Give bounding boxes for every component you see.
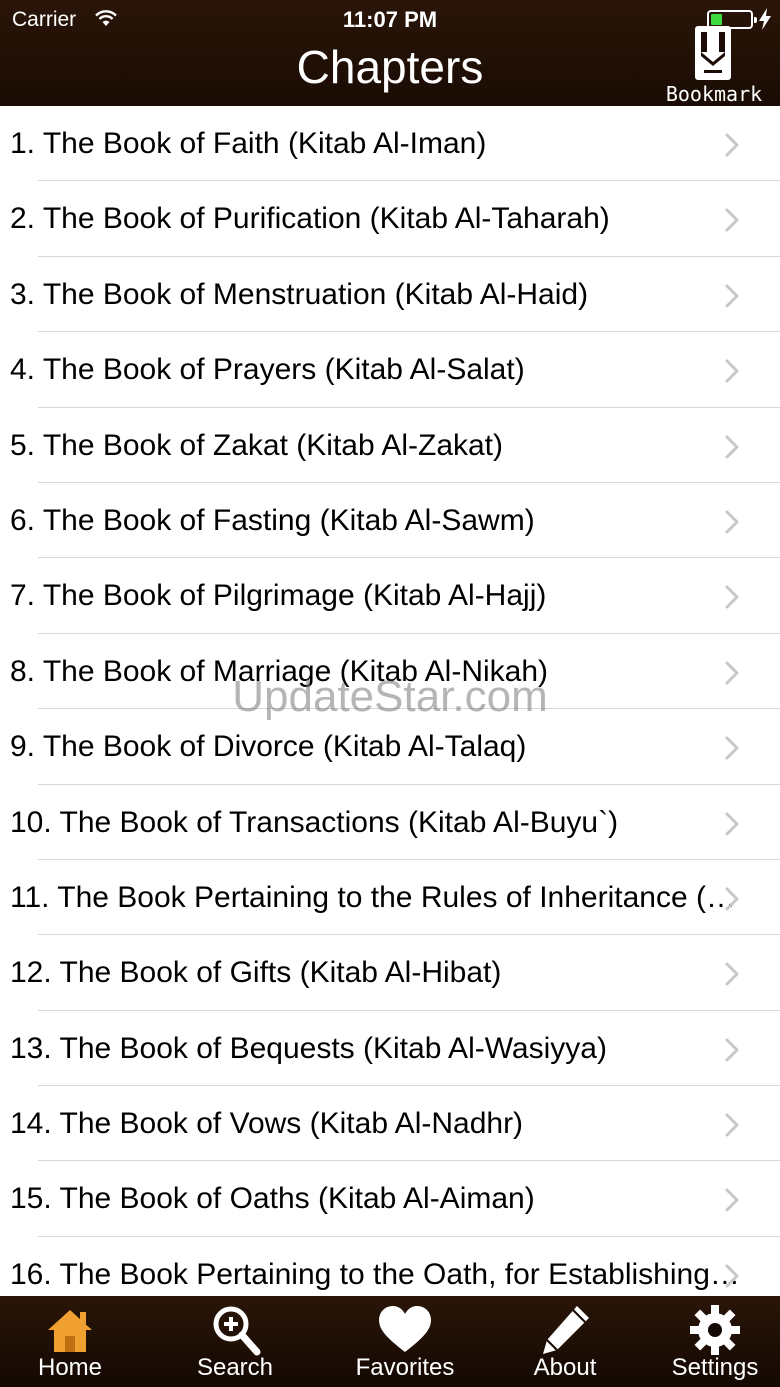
tab-label: About	[533, 1354, 597, 1381]
chapter-row[interactable]: 5. The Book of Zakat (Kitab Al-Zakat)	[0, 408, 780, 483]
chevron-right-icon	[725, 736, 739, 760]
status-bar: Carrier 11:07 PM	[0, 0, 780, 40]
chapter-title: 1. The Book of Faith (Kitab Al-Iman)	[10, 127, 487, 160]
tab-label: Favorites	[355, 1354, 455, 1381]
chapter-title: 12. The Book of Gifts (Kitab Al-Hibat)	[10, 956, 502, 990]
tab-settings[interactable]: Settings	[650, 1296, 780, 1387]
chapter-title: 16. The Book Pertaining to the Oath, for…	[10, 1257, 740, 1291]
chevron-right-icon	[725, 284, 739, 308]
chevron-right-icon	[725, 1264, 739, 1288]
pencil-icon	[543, 1306, 589, 1354]
chapter-row[interactable]: 9. The Book of Divorce (Kitab Al-Talaq)	[0, 709, 780, 785]
chapter-row[interactable]: 4. The Book of Prayers (Kitab Al-Salat)	[0, 332, 780, 408]
chapter-row[interactable]: 2. The Book of Purification (Kitab Al-Ta…	[0, 181, 780, 257]
chapter-row[interactable]: 16. The Book Pertaining to the Oath, for…	[0, 1237, 780, 1296]
chevron-right-icon	[725, 208, 739, 232]
chapter-title: 4. The Book of Prayers (Kitab Al-Salat)	[10, 353, 525, 387]
chapter-title: 6. The Book of Fasting (Kitab Al-Sawm)	[10, 503, 535, 537]
chapter-title: 8. The Book of Marriage (Kitab Al-Nikah)	[10, 654, 549, 688]
tab-label: Home	[37, 1354, 103, 1381]
bookmark-label: Bookmark	[665, 82, 763, 106]
chevron-right-icon	[725, 1188, 739, 1212]
tab-home[interactable]: Home	[0, 1296, 140, 1387]
tab-bar: Home Search Favorites About Settings	[0, 1296, 780, 1387]
chevron-right-icon	[725, 585, 739, 609]
chevron-right-icon	[725, 962, 739, 986]
search-icon	[213, 1306, 261, 1356]
chapter-row[interactable]: 8. The Book of Marriage (Kitab Al-Nikah)	[0, 634, 780, 710]
chapter-title: 14. The Book of Vows (Kitab Al-Nadhr)	[10, 1107, 524, 1141]
chapter-title: 7. The Book of Pilgrimage (Kitab Al-Hajj…	[10, 579, 547, 613]
chapter-row[interactable]: 7. The Book of Pilgrimage (Kitab Al-Hajj…	[0, 558, 780, 634]
chapter-title: 13. The Book of Bequests (Kitab Al-Wasiy…	[10, 1031, 607, 1065]
chevron-right-icon	[725, 661, 739, 685]
chapter-title: 3. The Book of Menstruation (Kitab Al-Ha…	[10, 277, 589, 311]
chevron-right-icon	[725, 359, 739, 383]
heart-icon	[379, 1306, 431, 1352]
chevron-right-icon	[725, 887, 739, 911]
tab-label: Settings	[671, 1354, 759, 1381]
chapter-title: 11. The Book Pertaining to the Rules of …	[10, 880, 740, 914]
chevron-right-icon	[725, 1038, 739, 1062]
page-title: Chapters	[296, 41, 484, 93]
clock: 11:07 PM	[342, 7, 438, 32]
tab-label: Search	[196, 1354, 274, 1381]
chapter-title: 5. The Book of Zakat (Kitab Al-Zakat)	[10, 428, 504, 462]
bookmark-button[interactable]: Bookmark	[664, 26, 764, 106]
chevron-right-icon	[725, 510, 739, 534]
chapter-title: 10. The Book of Transactions (Kitab Al-B…	[10, 805, 619, 839]
header: Carrier 11:07 PM Chapters Bookmark	[0, 0, 780, 106]
gear-icon	[690, 1305, 740, 1355]
chevron-right-icon	[725, 435, 739, 459]
chevron-right-icon	[725, 1113, 739, 1137]
chapter-row[interactable]: 13. The Book of Bequests (Kitab Al-Wasiy…	[0, 1011, 780, 1087]
tab-favorites[interactable]: Favorites	[330, 1296, 480, 1387]
chapter-title: 2. The Book of Purification (Kitab Al-Ta…	[10, 202, 610, 236]
chevron-right-icon	[725, 133, 739, 157]
chapter-row[interactable]: 14. The Book of Vows (Kitab Al-Nadhr)	[0, 1086, 780, 1162]
chapter-list: 1. The Book of Faith (Kitab Al-Iman) 2. T…	[0, 106, 780, 1296]
chapter-row[interactable]: 10. The Book of Transactions (Kitab Al-B…	[0, 785, 780, 860]
chevron-right-icon	[725, 812, 739, 836]
home-icon	[48, 1310, 92, 1352]
tab-search[interactable]: Search	[140, 1296, 330, 1387]
chapter-title: 15. The Book of Oaths (Kitab Al-Aiman)	[10, 1182, 535, 1216]
chapter-title: 9. The Book of Divorce (Kitab Al-Talaq)	[10, 730, 527, 764]
chapter-row[interactable]: 3. The Book of Menstruation (Kitab Al-Ha…	[0, 257, 780, 333]
chapter-row[interactable]: 1. The Book of Faith (Kitab Al-Iman)	[0, 106, 780, 182]
chapter-row[interactable]: 15. The Book of Oaths (Kitab Al-Aiman)	[0, 1161, 780, 1237]
tab-about[interactable]: About	[480, 1296, 650, 1387]
chapter-row[interactable]: 12. The Book of Gifts (Kitab Al-Hibat)	[0, 935, 780, 1011]
bookmark-icon	[695, 26, 731, 80]
chapter-row[interactable]: 6. The Book of Fasting (Kitab Al-Sawm)	[0, 483, 780, 559]
chapter-row[interactable]: 11. The Book Pertaining to the Rules of …	[0, 860, 780, 936]
